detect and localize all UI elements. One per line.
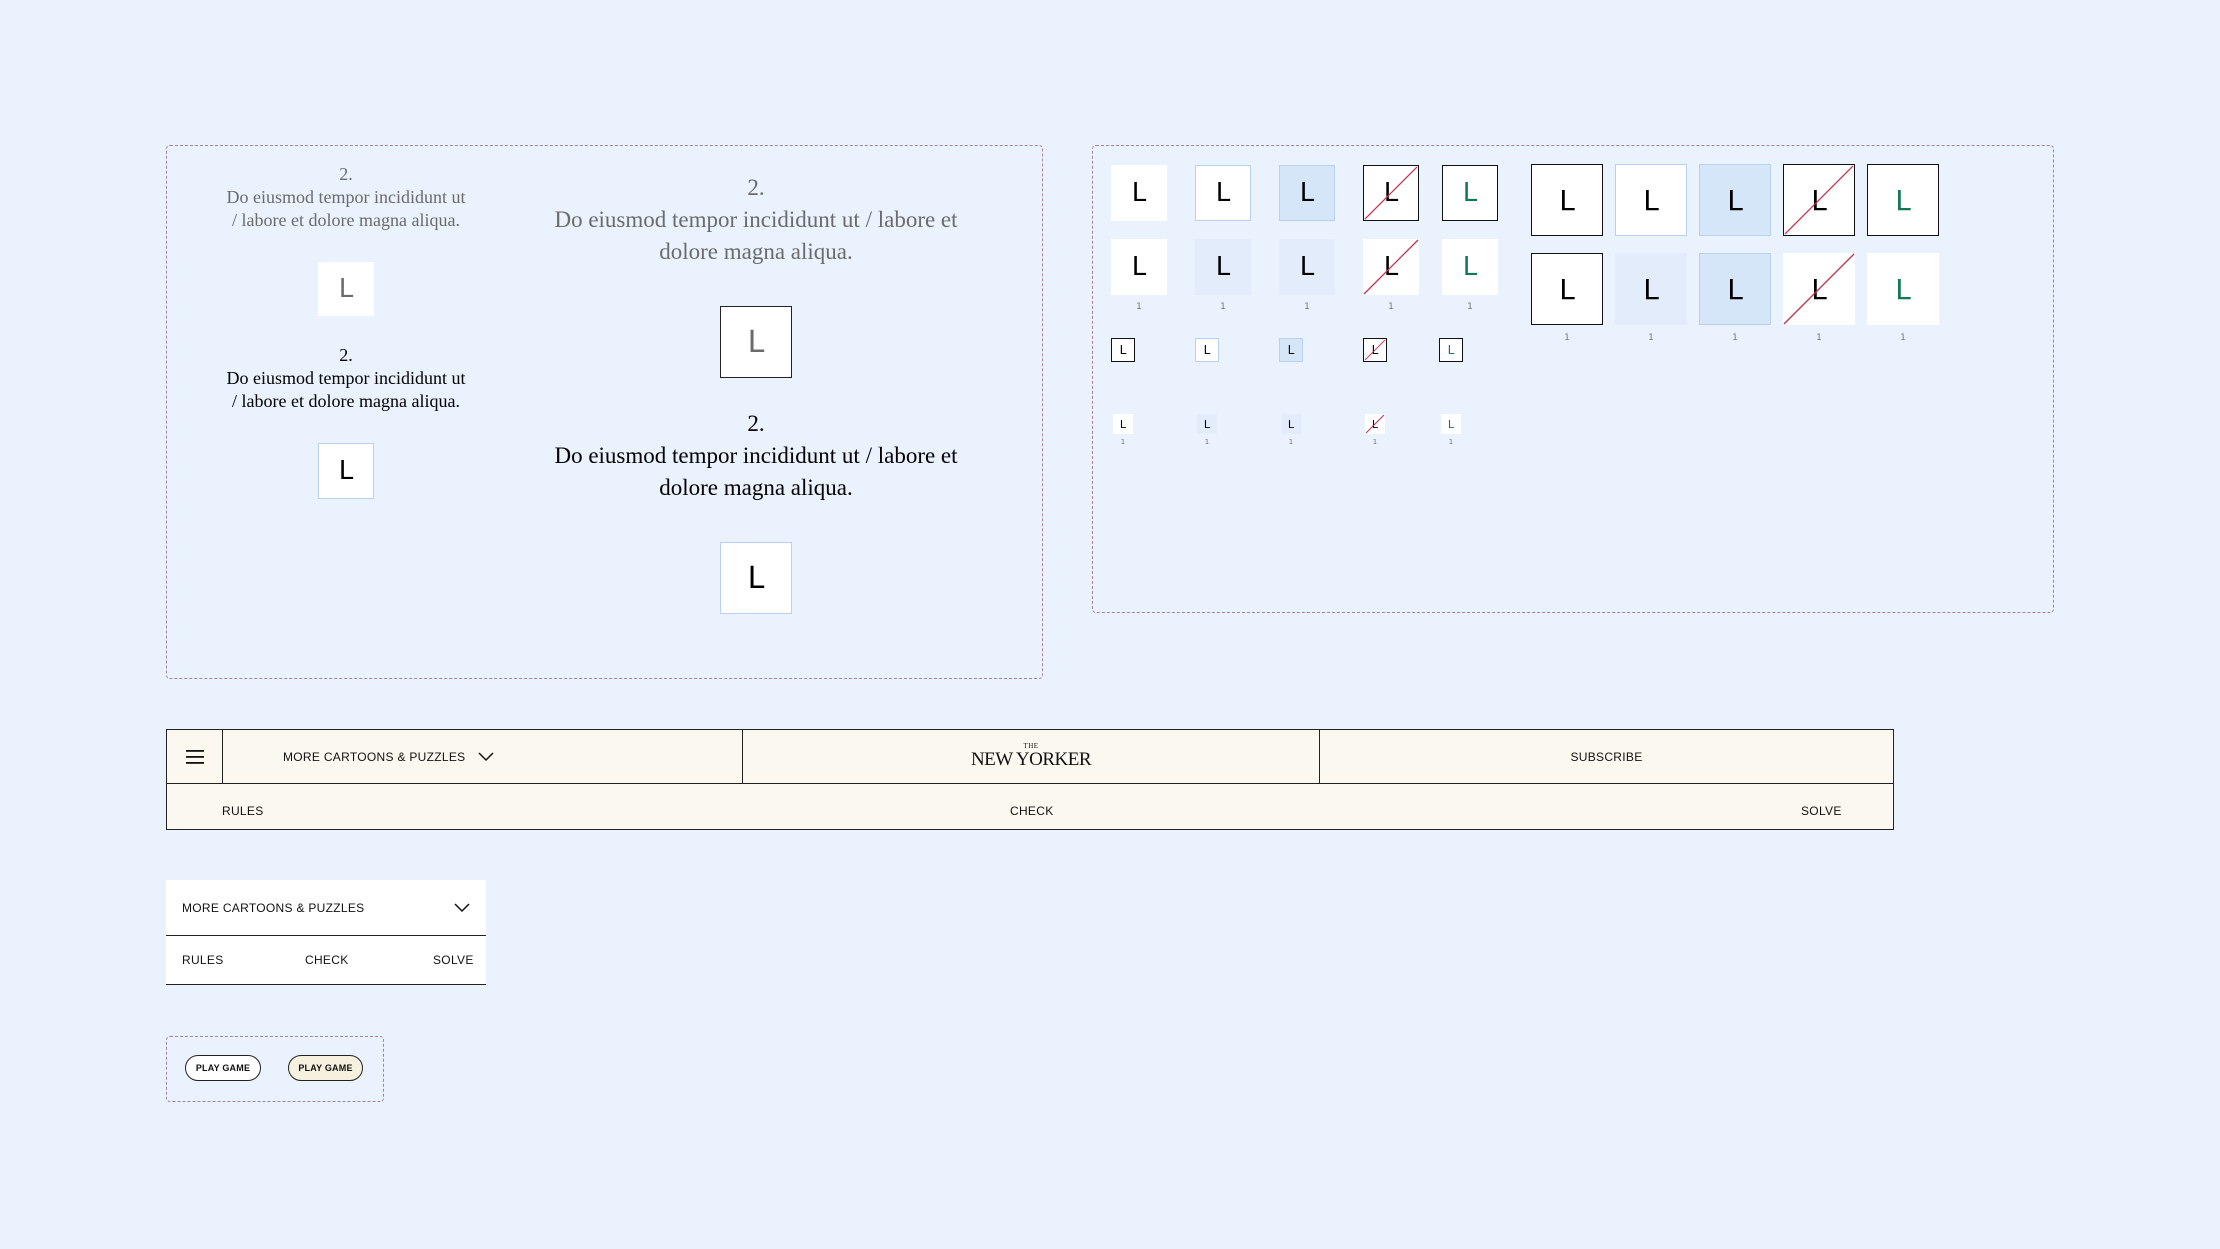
tile-index: 1 xyxy=(1220,302,1226,312)
strike-icon xyxy=(1364,166,1418,220)
more-puzzles-label: MORE CARTOONS & PUZZLES xyxy=(283,749,466,764)
letter-cell-large[interactable]: L xyxy=(720,542,792,614)
tile-index: 1 xyxy=(1120,438,1126,446)
clue-large: 2. Do eiusmod tempor incididunt ut / lab… xyxy=(526,408,986,504)
logo-area[interactable]: THE NEW YORKER xyxy=(742,730,1319,783)
clue-small: 2. Do eiusmod tempor incididunt ut / lab… xyxy=(196,344,496,413)
toolbar-top-row: MORE CARTOONS & PUZZLES THE NEW YORKER S… xyxy=(167,730,1893,784)
chevron-down-icon xyxy=(477,751,494,761)
tile-index: 1 xyxy=(1467,302,1473,312)
tile-small-selected[interactable]: L xyxy=(1111,338,1135,362)
tile-large-highlight-numbered[interactable]: L xyxy=(1615,253,1687,325)
tile-outlined[interactable]: L xyxy=(1195,165,1251,221)
clue-text-line1: Do eiusmod tempor incididunt ut xyxy=(226,368,466,388)
tile-large-outlined[interactable]: L xyxy=(1615,164,1687,236)
tile-active-numbered[interactable]: L xyxy=(1279,239,1335,295)
tile-large-active[interactable]: L xyxy=(1699,164,1771,236)
tile-large-selected[interactable]: L xyxy=(1531,164,1603,236)
tile-large-active-numbered[interactable]: L xyxy=(1699,253,1771,325)
check-button[interactable]: CHECK xyxy=(1010,804,1054,818)
strike-icon xyxy=(1365,414,1385,434)
tile-index: 1 xyxy=(1900,333,1906,343)
chevron-down-icon xyxy=(454,903,470,913)
tile-index: 1 xyxy=(1448,438,1454,446)
strike-icon xyxy=(1364,339,1386,361)
letter-cell-muted[interactable]: L xyxy=(318,262,374,316)
subscribe-link[interactable]: SUBSCRIBE xyxy=(1319,730,1893,783)
mobile-toolbar: MORE CARTOONS & PUZZLES RULES CHECK SOLV… xyxy=(166,880,486,985)
tile-active[interactable]: L xyxy=(1279,165,1335,221)
clue-number: 2. xyxy=(747,175,765,200)
strike-icon xyxy=(1784,165,1854,235)
hamburger-icon xyxy=(185,749,204,764)
tile-incorrect-numbered[interactable]: L xyxy=(1363,239,1419,295)
more-puzzles-dropdown[interactable]: MORE CARTOONS & PUZZLES xyxy=(222,730,742,783)
tile-index: 1 xyxy=(1648,333,1654,343)
clue-text-line2: dolore magna aliqua. xyxy=(659,239,853,264)
tile-correct[interactable]: L xyxy=(1442,165,1498,221)
tile-large-incorrect[interactable]: L xyxy=(1783,164,1855,236)
clue-text-line2: / labore et dolore magna aliqua. xyxy=(232,210,460,230)
clue-large-muted: 2. Do eiusmod tempor incididunt ut / lab… xyxy=(526,172,986,268)
mobile-more-label: MORE CARTOONS & PUZZLES xyxy=(182,901,365,915)
tile-index: 1 xyxy=(1136,302,1142,312)
tile-index: 1 xyxy=(1564,333,1570,343)
clue-text-line2: dolore magna aliqua. xyxy=(659,475,853,500)
tile-highlight-numbered[interactable]: L xyxy=(1195,239,1251,295)
play-game-button[interactable]: PLAY GAME xyxy=(185,1055,261,1081)
puzzle-toolbar: MORE CARTOONS & PUZZLES THE NEW YORKER S… xyxy=(166,729,1894,830)
tile-tiny-default[interactable]: L xyxy=(1113,414,1133,434)
tile-large-correct[interactable]: L xyxy=(1867,164,1939,236)
clue-text-line2: / labore et dolore magna aliqua. xyxy=(232,391,460,411)
mobile-rules-button[interactable]: RULES xyxy=(182,953,224,967)
tile-index: 1 xyxy=(1388,302,1394,312)
tile-default[interactable]: L xyxy=(1111,165,1167,221)
tile-incorrect[interactable]: L xyxy=(1363,165,1419,221)
mobile-more-dropdown[interactable]: MORE CARTOONS & PUZZLES xyxy=(166,880,486,936)
tile-large-incorrect-numbered[interactable]: L xyxy=(1783,253,1855,325)
tile-small-outlined[interactable]: L xyxy=(1195,338,1219,362)
mobile-solve-button[interactable]: SOLVE xyxy=(433,953,474,967)
tile-index: 1 xyxy=(1304,302,1310,312)
clue-number: 2. xyxy=(339,164,353,184)
tile-index: 1 xyxy=(1288,438,1294,446)
strike-icon xyxy=(1363,239,1419,295)
strike-icon xyxy=(1783,253,1855,325)
tile-tiny-highlight[interactable]: L xyxy=(1197,414,1217,434)
tile-index: 1 xyxy=(1732,333,1738,343)
clue-text-line1: Do eiusmod tempor incididunt ut / labore… xyxy=(554,443,958,468)
tile-small-correct[interactable]: L xyxy=(1439,338,1463,362)
tile-large-selected-numbered[interactable]: L xyxy=(1531,253,1603,325)
tile-small-active[interactable]: L xyxy=(1279,338,1303,362)
tile-tiny-incorrect[interactable]: L xyxy=(1365,414,1385,434)
clue-number: 2. xyxy=(339,345,353,365)
tile-tiny-active[interactable]: L xyxy=(1281,414,1301,434)
tile-tiny-correct[interactable]: L xyxy=(1441,414,1461,434)
rules-button[interactable]: RULES xyxy=(222,804,264,818)
tile-default-numbered[interactable]: L xyxy=(1111,239,1167,295)
mobile-actions-row: RULES CHECK SOLVE xyxy=(166,936,486,985)
new-yorker-logo: NEW YORKER xyxy=(970,749,1092,770)
tile-index: 1 xyxy=(1372,438,1378,446)
clue-number: 2. xyxy=(747,411,765,436)
tile-large-correct-numbered[interactable]: L xyxy=(1867,253,1939,325)
tile-index: 1 xyxy=(1816,333,1822,343)
clue-small-muted: 2. Do eiusmod tempor incididunt ut / lab… xyxy=(196,163,496,232)
letter-cell-muted-large[interactable]: L xyxy=(720,306,792,378)
letter-cell-active[interactable]: L xyxy=(318,443,374,499)
clue-text-line1: Do eiusmod tempor incididunt ut xyxy=(226,187,466,207)
tile-correct-numbered[interactable]: L xyxy=(1442,239,1498,295)
tile-small-incorrect[interactable]: L xyxy=(1363,338,1387,362)
solve-button[interactable]: SOLVE xyxy=(1801,804,1842,818)
menu-button[interactable] xyxy=(167,730,222,783)
play-game-button-alt[interactable]: PLAY GAME xyxy=(288,1055,363,1081)
tile-index: 1 xyxy=(1204,438,1210,446)
mobile-check-button[interactable]: CHECK xyxy=(305,953,349,967)
subscribe-label: SUBSCRIBE xyxy=(1570,749,1643,764)
clue-text-line1: Do eiusmod tempor incididunt ut / labore… xyxy=(554,207,958,232)
